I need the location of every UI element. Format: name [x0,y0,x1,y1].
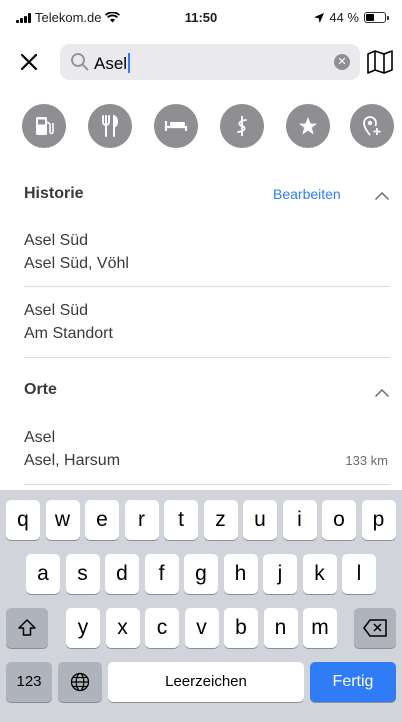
battery-fill [366,14,374,21]
close-icon [20,53,38,71]
category-health[interactable] [220,104,264,148]
close-button[interactable] [20,44,52,80]
search-field[interactable]: Asel ✕ [60,44,360,80]
key-t[interactable]: t [164,500,198,540]
location-arrow-icon [314,12,325,23]
place-distance: 133 km [345,453,388,468]
history-item[interactable]: Asel Süd Am Standort [24,299,113,345]
key-r[interactable]: r [124,500,159,540]
key-b[interactable]: b [224,608,258,648]
key-i[interactable]: i [282,500,317,540]
history-item-title: Asel Süd [24,232,89,249]
shift-key[interactable] [6,608,48,648]
key-a[interactable]: a [26,554,60,594]
medical-icon [237,116,247,136]
history-item[interactable]: Asel Süd Asel Süd, Vöhl [24,229,129,275]
history-item-subtitle: Am Standort [24,325,113,342]
clear-search-button[interactable]: ✕ [334,54,350,70]
key-j[interactable]: j [263,554,297,594]
search-icon [71,53,89,71]
category-hotels[interactable] [154,104,198,148]
section-title-history: Historie [24,185,84,202]
category-bar [0,104,402,148]
battery-percentage: 44 % [329,10,359,25]
key-m[interactable]: m [303,608,337,648]
collapse-history-chevron-icon[interactable] [374,191,390,201]
space-key[interactable]: Leerzeichen [108,662,304,702]
history-item-subtitle: Asel Süd, Vöhl [24,255,129,272]
key-s[interactable]: s [65,554,100,594]
keyboard: qwertzuiop asdfghjkl yxcvbnm 123 Leerzei… [0,490,402,722]
key-p[interactable]: p [361,500,396,540]
status-right: 44 % [314,10,389,25]
category-restaurants[interactable] [88,104,132,148]
star-icon [299,117,317,135]
map-icon[interactable] [367,50,393,74]
divider [24,357,390,358]
key-q[interactable]: q [6,500,40,540]
key-n[interactable]: n [263,608,298,648]
shift-icon [18,619,36,636]
key-g[interactable]: g [184,554,218,594]
search-input-value: Asel [94,54,128,73]
category-add-location[interactable] [350,104,394,148]
fork-knife-icon [102,114,118,137]
category-favorites[interactable] [286,104,330,148]
key-d[interactable]: d [105,554,139,594]
key-k[interactable]: k [302,554,337,594]
key-w[interactable]: w [45,500,80,540]
key-o[interactable]: o [322,500,356,540]
key-z[interactable]: z [203,500,238,540]
gas-station-icon [36,117,54,135]
status-bar: Telekom.de 11:50 44 % [0,0,402,34]
key-c[interactable]: c [145,608,179,648]
add-location-icon [363,116,381,136]
key-y[interactable]: y [66,608,100,648]
divider [24,286,390,287]
section-title-places: Orte [24,381,57,398]
search-input[interactable]: Asel [94,53,131,74]
place-item-title: Asel [24,429,56,446]
divider [24,484,390,485]
history-item-title: Asel Süd [24,302,89,319]
key-v[interactable]: v [184,608,219,648]
category-gas-station[interactable] [22,104,66,148]
place-item[interactable]: Asel Asel, Harsum [24,426,374,472]
collapse-places-chevron-icon[interactable] [374,388,390,398]
globe-icon [70,672,90,692]
numbers-key[interactable]: 123 [6,662,52,702]
edit-button[interactable]: Bearbeiten [273,186,341,202]
key-u[interactable]: u [243,500,277,540]
key-f[interactable]: f [144,554,179,594]
backspace-icon [363,619,387,637]
backspace-key[interactable] [354,608,396,648]
battery-icon [364,12,389,23]
place-item-subtitle: Asel, Harsum [24,452,121,469]
done-key[interactable]: Fertig [310,662,396,702]
key-h[interactable]: h [223,554,258,594]
bed-icon [164,121,188,131]
key-l[interactable]: l [342,554,376,594]
key-x[interactable]: x [105,608,140,648]
key-e[interactable]: e [85,500,119,540]
text-cursor [128,53,131,73]
globe-key[interactable] [58,662,102,702]
